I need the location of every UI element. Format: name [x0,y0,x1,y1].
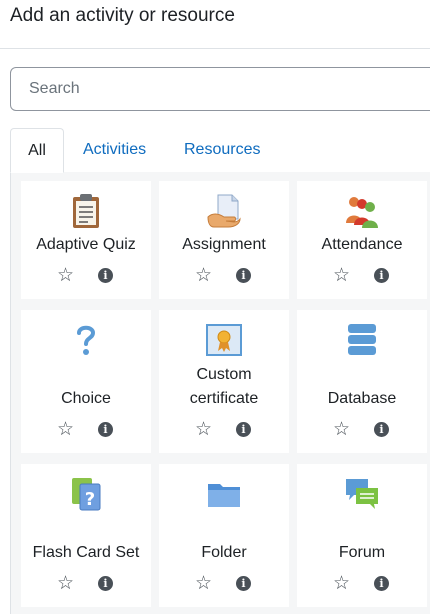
tab-bar: All Activities Resources [10,128,430,173]
chooser-panel: Adaptive Quiz ☆ i Assignment ☆ i Attenda… [10,172,430,614]
card-label: certificate [189,390,259,407]
tab-all[interactable]: All [10,128,64,173]
svg-text:?: ? [85,489,95,510]
card-actions: ☆ i [21,266,151,286]
info-icon[interactable]: i [374,268,389,283]
info-icon[interactable]: i [98,576,113,591]
flashcard-icon: ? [72,478,101,511]
activity-card-choice[interactable]: Choice ☆ i [21,310,151,453]
tab-activities[interactable]: Activities [83,128,146,173]
info-icon[interactable]: i [236,422,251,437]
activity-card-flash-card-set[interactable]: ? Flash Card Set ☆ i [21,464,151,607]
card-label: Database [327,390,397,407]
folder-icon [208,484,240,507]
star-outline-icon[interactable]: ☆ [195,574,212,594]
people-icon [346,197,378,228]
card-actions: ☆ i [21,420,151,440]
forum-icon [346,479,378,509]
card-actions: ☆ i [159,420,289,440]
card-actions: ☆ i [159,266,289,286]
info-icon[interactable]: i [236,268,251,283]
info-icon[interactable]: i [374,422,389,437]
modal-title: Add an activity or resource [10,5,235,26]
info-icon[interactable]: i [98,422,113,437]
activity-card-folder[interactable]: Folder ☆ i [159,464,289,607]
card-label: Flash Card Set [32,544,140,561]
card-label: Attendance [321,236,403,253]
star-outline-icon[interactable]: ☆ [57,266,74,286]
star-outline-icon[interactable]: ☆ [333,266,350,286]
star-outline-icon[interactable]: ☆ [333,420,350,440]
activity-card-forum[interactable]: Forum ☆ i [297,464,427,607]
star-outline-icon[interactable]: ☆ [195,266,212,286]
activity-card-assignment[interactable]: Assignment ☆ i [159,181,289,299]
card-actions: ☆ i [297,266,427,286]
card-label: Choice [61,390,111,407]
activity-card-custom-certificate[interactable]: Custom certificate ☆ i [159,310,289,453]
info-icon[interactable]: i [236,576,251,591]
clipboard-icon [73,194,99,228]
activity-card-attendance[interactable]: Attendance ☆ i [297,181,427,299]
star-outline-icon[interactable]: ☆ [57,574,74,594]
card-label: Forum [338,544,386,561]
star-outline-icon[interactable]: ☆ [333,574,350,594]
info-icon[interactable]: i [98,268,113,283]
certificate-icon [206,324,242,356]
activity-card-adaptive-quiz[interactable]: Adaptive Quiz ☆ i [21,181,151,299]
tab-resources[interactable]: Resources [184,128,260,173]
star-outline-icon[interactable]: ☆ [195,420,212,440]
card-actions: ☆ i [297,420,427,440]
card-actions: ☆ i [159,574,289,594]
star-outline-icon[interactable]: ☆ [57,420,74,440]
card-label: Adaptive Quiz [36,236,136,253]
question-mark-icon [77,325,96,355]
info-icon[interactable]: i [374,576,389,591]
database-icon [348,324,376,355]
search-box[interactable] [10,67,430,111]
card-actions: ☆ i [21,574,151,594]
assignment-icon [207,194,241,228]
card-actions: ☆ i [297,574,427,594]
search-input[interactable] [11,68,430,110]
card-label: Assignment [182,236,266,253]
title-divider [0,48,430,49]
activity-card-database[interactable]: Database ☆ i [297,310,427,453]
card-label: Folder [201,544,247,561]
card-label: Custom [196,366,252,383]
